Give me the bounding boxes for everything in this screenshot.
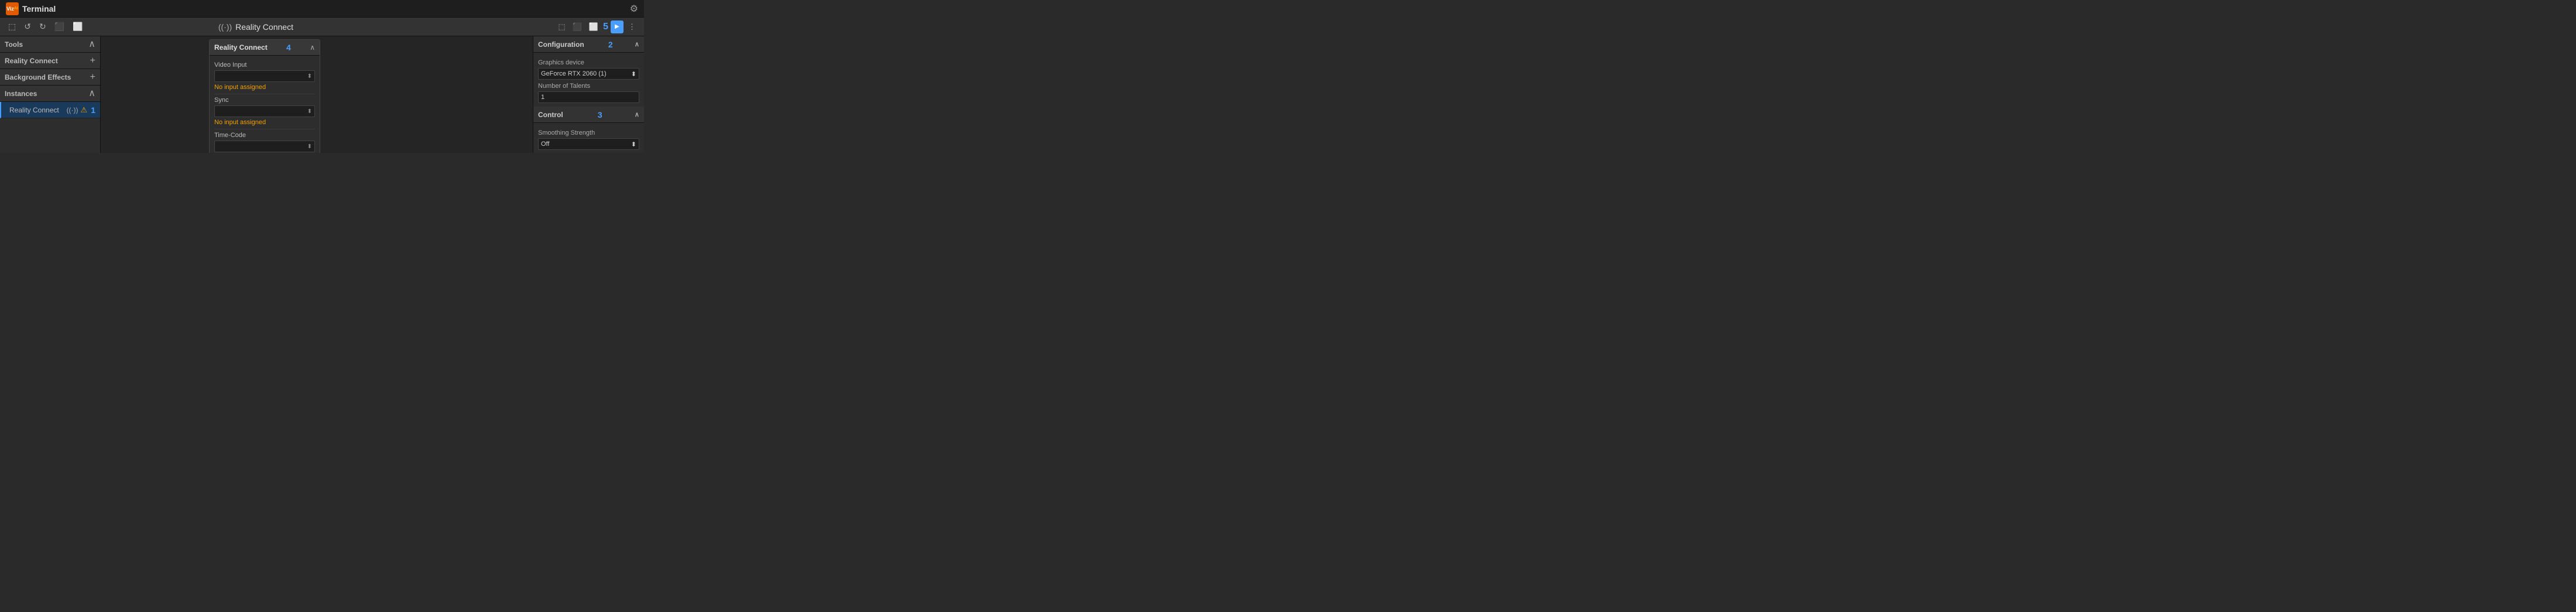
rp-num-talents-input[interactable] [538,91,639,103]
rp-smoothing-arrow: ⬍ [631,141,636,148]
sidebar-bg-effects-section[interactable]: Background Effects + [0,69,100,86]
rc-panel-header: Reality Connect 4 ∧ [210,40,320,56]
logo-icon: VizAI [6,2,19,15]
sidebar-tools-label: Tools [5,40,23,49]
rp-graphics-device-select[interactable]: GeForce RTX 2060 (1) ⬍ [538,68,639,80]
rp-config-badge: 2 [608,40,613,49]
app-logo: VizAI Terminal [6,2,56,15]
run-badge: 5 [603,22,608,32]
center-panel: Reality Connect 4 ∧ Video Input ⬍ No inp… [101,36,533,153]
toolbar-icon-3[interactable]: ↻ [37,20,49,33]
sidebar-rc-add[interactable]: + [90,56,95,66]
sidebar-instances-label: Instances [5,90,37,98]
sidebar-item-reality-connect[interactable]: Reality Connect ((·)) ⚠ 1 [0,102,100,118]
rc-video-input-select[interactable]: ⬍ [214,70,315,82]
rc-floating-panel: Reality Connect 4 ∧ Video Input ⬍ No inp… [209,39,320,153]
rc-timecode-arrow: ⬍ [307,143,312,150]
rp-num-talents-label: Number of Talents [538,83,639,90]
titlebar: VizAI Terminal ⚙ [0,0,644,18]
rc-panel-badge: 4 [286,43,291,52]
sidebar-instances-collapse[interactable]: ∧ [88,89,95,98]
rp-graphics-device-label: Graphics device [538,59,639,66]
toolbar-right-icon-3[interactable]: ⬜ [587,21,601,33]
rc-video-input-label: Video Input [214,61,315,69]
rc-timecode-label: Time-Code [214,132,315,139]
rp-smoothing-select[interactable]: Off ⬍ [538,138,639,150]
rp-smoothing-value: Off [541,141,549,148]
main-toolbar: ⬚ ↺ ↻ ⬛ ⬜ ((·)) Reality Connect ⬚ ⬛ ⬜ 5 … [0,18,644,36]
toolbar-wifi-icon: ((·)) [218,22,232,32]
toolbar-right-icon-1[interactable]: ⬚ [556,21,567,33]
rp-graphics-device-arrow: ⬍ [631,70,636,78]
rc-panel-body: Video Input ⬍ No input assigned Sync ⬍ N… [210,56,320,153]
toolbar-icon-5[interactable]: ⬜ [70,20,85,33]
sidebar-reality-connect-section[interactable]: Reality Connect + [0,53,100,69]
run-button[interactable]: ▶ [611,20,624,33]
logo-text: Viz [6,6,14,12]
rc-video-input-arrow: ⬍ [307,73,312,80]
rc-sync-arrow: ⬍ [307,108,312,115]
rp-config-label: Configuration [538,40,584,49]
toolbar-icon-4[interactable]: ⬛ [52,20,67,33]
toolbar-title: ((·)) Reality Connect [218,22,293,32]
rp-config-header[interactable]: Configuration 2 ∧ [533,36,644,53]
sidebar-bg-add[interactable]: + [90,73,95,82]
rp-graphics-device-value: GeForce RTX 2060 (1) [541,70,607,77]
rp-config-collapse[interactable]: ∧ [635,40,639,48]
sidebar-tools-collapse[interactable]: ∧ [88,40,95,49]
toolbar-title-text: Reality Connect [235,22,293,32]
sidebar-item-wifi-icon: ((·)) [67,106,78,114]
rc-sync-no-input: No input assigned [214,119,315,126]
toolbar-right-controls: ⬚ ⬛ ⬜ 5 ▶ ⋮ [556,20,638,33]
rp-control-body: Smoothing Strength Off ⬍ Ground Plane Of… [533,123,644,153]
rc-panel-title: Reality Connect [214,43,268,52]
sidebar-rc-label: Reality Connect [5,57,58,65]
sidebar-item-label: Reality Connect [9,106,59,114]
rc-panel-collapse[interactable]: ∧ [310,43,315,52]
rp-control-collapse[interactable]: ∧ [635,111,639,118]
rp-control-label: Control [538,111,563,119]
rp-control-header[interactable]: Control 3 ∧ [533,107,644,123]
toolbar-icon-1[interactable]: ⬚ [6,20,18,33]
rc-video-no-input: No input assigned [214,84,315,91]
sidebar: Tools ∧ Reality Connect + Background Eff… [0,36,101,153]
right-panel: Configuration 2 ∧ Graphics device GeForc… [533,36,644,153]
sidebar-item-badge: 1 [91,105,95,115]
rc-sync-select[interactable]: ⬍ [214,105,315,117]
toolbar-right-icon-2[interactable]: ⬛ [570,21,584,33]
main-layout: Tools ∧ Reality Connect + Background Eff… [0,36,644,153]
rp-smoothing-label: Smoothing Strength [538,129,639,136]
sidebar-tools-header[interactable]: Tools ∧ [0,36,100,53]
rc-sync-label: Sync [214,97,315,104]
settings-icon[interactable]: ⚙ [630,3,638,15]
rp-config-body: Graphics device GeForce RTX 2060 (1) ⬍ N… [533,53,644,107]
rc-timecode-select[interactable]: ⬍ [214,141,315,152]
sidebar-item-warn-icon: ⚠ [81,105,88,115]
sidebar-item-icons: ((·)) ⚠ [67,105,88,115]
rp-control-badge: 3 [598,110,602,119]
app-name: Terminal [22,4,56,13]
toolbar-right-icon-4[interactable]: ⋮ [626,21,638,33]
sidebar-instances-section[interactable]: Instances ∧ [0,86,100,102]
sidebar-bg-label: Background Effects [5,73,71,81]
toolbar-icon-2[interactable]: ↺ [22,20,33,33]
